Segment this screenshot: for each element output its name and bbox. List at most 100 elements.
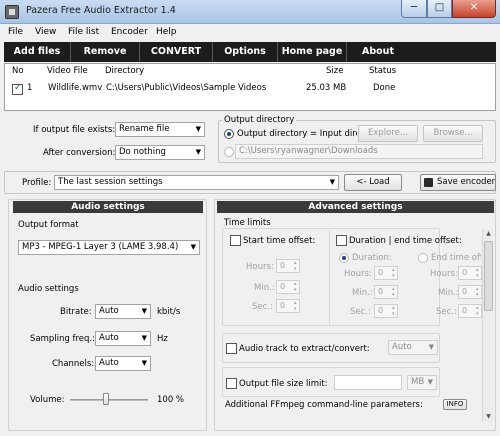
menu-view[interactable]: View [35,27,56,37]
channels-select[interactable]: Auto ▼ [95,356,151,371]
column-header-video[interactable]: Video File [47,66,88,76]
menu-bar: File View File list Encoder Help [0,25,500,41]
remove-button[interactable]: Remove [71,42,139,62]
file-size-unit-select[interactable]: MB ▼ [407,375,437,390]
maximize-button[interactable]: □ [427,0,452,18]
profile-label: Profile: [22,178,52,188]
save-encoder-button[interactable]: Save encoder [420,174,496,191]
chevron-down-icon: ▼ [195,148,201,156]
end-time-radio[interactable] [418,253,428,263]
audio-settings-title: Audio settings [18,284,79,294]
options-button[interactable]: Options [213,42,277,62]
audio-track-checkbox[interactable] [226,343,237,354]
title-bar: Pazera Free Audio Extractor 1.4 ─ □ ✕ [0,0,500,24]
browse-button[interactable]: Browse... [423,125,483,142]
audio-track-value: Auto [392,342,412,352]
explore-button[interactable]: Explore... [358,125,418,142]
chevron-down-icon: ▼ [428,343,434,351]
row-no: 1 [27,83,33,93]
bitrate-select[interactable]: Auto ▼ [95,304,151,319]
start-offset-label: Start time offset: [243,236,316,246]
file-size-input[interactable] [334,375,402,390]
about-button[interactable]: About [347,42,409,62]
bitrate-value: Auto [99,306,119,316]
scroll-down-icon[interactable]: ▼ [483,412,494,422]
end-sec-spinner[interactable]: 0 [458,304,482,318]
row-size: 25.03 MB [306,83,347,93]
duration-hours-spinner[interactable]: 0 [374,266,398,280]
app-icon [5,5,19,19]
convert-button[interactable]: CONVERT [140,42,212,62]
row-status: Done [373,83,396,93]
volume-value: 100 % [157,395,185,405]
menu-help[interactable]: Help [156,27,177,37]
scrollbar-thumb[interactable] [484,241,493,311]
if-exists-label: If output file exists: [33,125,116,135]
custom-directory-radio[interactable] [224,147,234,157]
column-header-size[interactable]: Size [326,66,343,76]
file-size-label: Output file size limit: [239,379,328,389]
output-format-select[interactable]: MP3 - MPEG-1 Layer 3 (LAME 3.98.4) ▼ [18,240,200,255]
advanced-settings-header: Advanced settings [217,201,494,213]
menu-file[interactable]: File [8,27,23,37]
duration-sec-label: Sec.: [350,307,371,317]
channels-label: Channels: [52,359,95,369]
volume-slider-thumb[interactable] [103,393,109,405]
profile-select[interactable]: The last session settings ▼ [54,175,339,190]
chevron-down-icon: ▼ [141,307,147,315]
output-directory-title: Output directory [222,115,297,125]
end-hours-spinner[interactable]: 0 [458,266,482,280]
duration-radio-label: Duration: [352,253,392,263]
after-conversion-select[interactable]: Do nothing ▼ [115,145,205,160]
start-min-spinner[interactable]: 0 [276,280,300,294]
duration-label: Duration | end time offset: [349,236,462,246]
scroll-up-icon[interactable]: ▲ [483,229,494,239]
output-directory-field[interactable]: C:\Users\ryanwagner\Downloads [235,144,483,159]
end-min-spinner[interactable]: 0 [458,285,482,299]
time-limits-title: Time limits [224,218,271,228]
start-sec-spinner[interactable]: 0 [276,299,300,313]
duration-checkbox[interactable] [336,235,347,246]
bitrate-unit: kbit/s [157,307,181,317]
start-min-label: Min.: [254,283,275,293]
column-header-no[interactable]: No [12,66,24,76]
column-header-directory[interactable]: Directory [105,66,144,76]
start-hours-spinner[interactable]: 0 [276,259,300,273]
row-checkbox[interactable] [12,83,23,95]
after-conversion-label: After conversion: [43,148,116,158]
profile-value: The last session settings [58,177,163,187]
if-exists-select[interactable]: Rename file ▼ [115,122,205,137]
end-hours-label: Hours: [430,269,458,279]
toolbar: Add files Remove CONVERT Options Home pa… [4,42,496,62]
load-profile-button[interactable]: <- Load [344,174,402,191]
sampling-freq-value: Auto [99,333,119,343]
menu-encoder[interactable]: Encoder [111,27,148,37]
volume-slider-track[interactable] [70,399,148,401]
output-equals-input-label: Output directory = Input directory [237,129,357,139]
output-format-value: MP3 - MPEG-1 Layer 3 (LAME 3.98.4) [22,242,179,252]
end-min-label: Min.: [438,288,459,298]
audio-track-select[interactable]: Auto ▼ [388,340,438,355]
advanced-scrollbar[interactable]: ▲ ▼ [482,229,493,422]
row-video-file: Wildlife.wmv [48,83,103,93]
sampling-freq-select[interactable]: Auto ▼ [95,331,151,346]
table-row[interactable]: 1 Wildlife.wmv C:\Users\Public\Videos\Sa… [6,82,494,97]
menu-file-list[interactable]: File list [68,27,99,37]
ffmpeg-params-label: Additional FFmpeg command-line parameter… [225,400,423,410]
file-size-checkbox[interactable] [226,378,237,389]
chevron-down-icon: ▼ [141,359,147,367]
minimize-button[interactable]: ─ [401,0,427,18]
info-button[interactable]: INFO [443,399,467,410]
duration-radio[interactable] [339,253,349,263]
start-offset-checkbox[interactable] [230,235,241,246]
add-files-button[interactable]: Add files [4,42,70,62]
column-header-status[interactable]: Status [369,66,396,76]
file-list[interactable]: No Video File Directory Size Status 1 Wi… [4,63,496,111]
duration-min-spinner[interactable]: 0 [374,285,398,299]
close-button[interactable]: ✕ [452,0,496,18]
window-title: Pazera Free Audio Extractor 1.4 [26,5,176,16]
save-encoder-label: Save encoder [437,177,496,187]
home-page-button[interactable]: Home page [278,42,346,62]
output-equals-input-radio[interactable] [224,129,234,139]
duration-sec-spinner[interactable]: 0 [374,304,398,318]
